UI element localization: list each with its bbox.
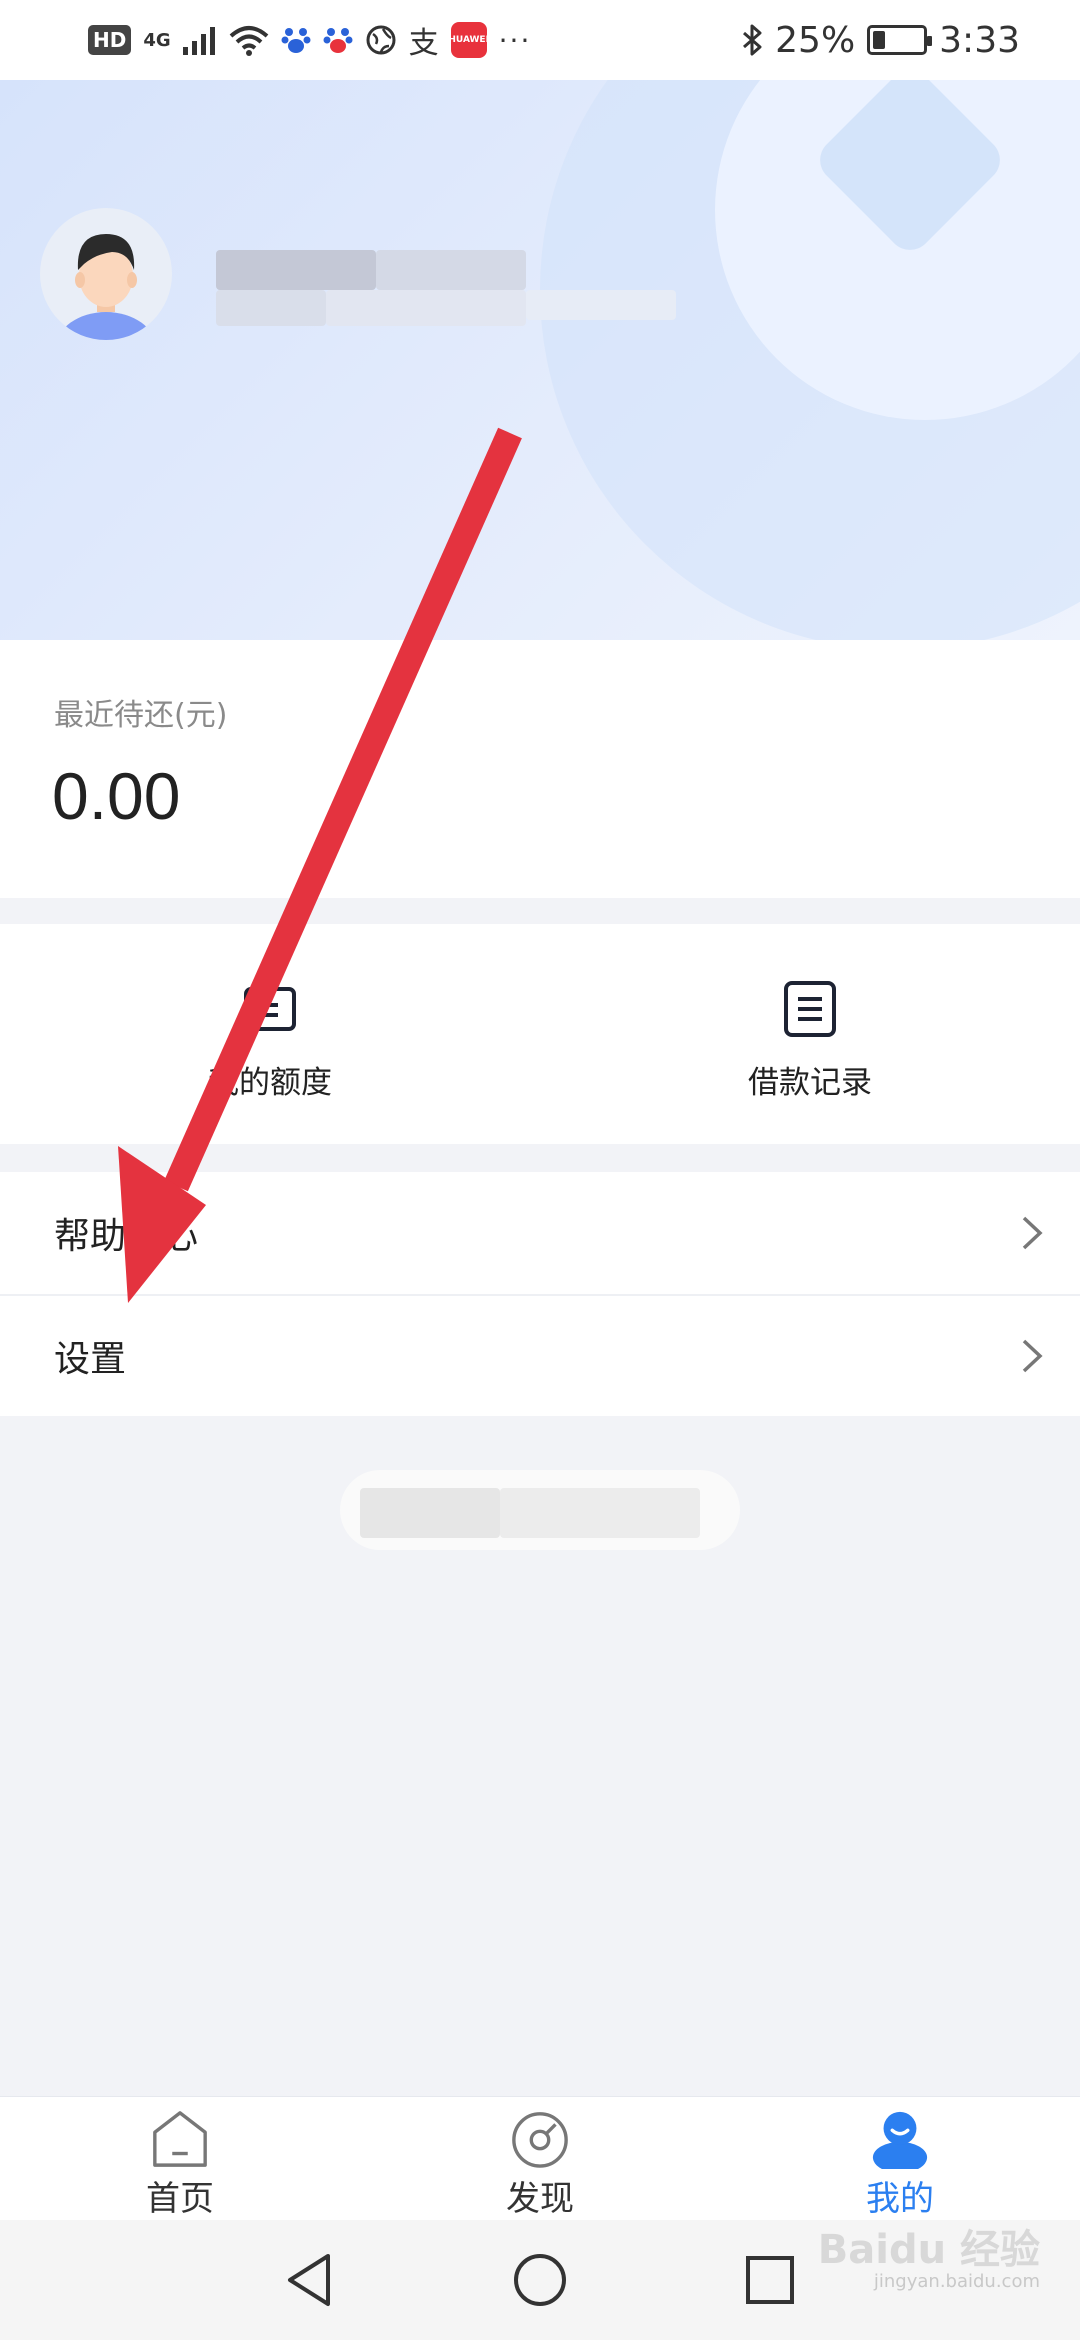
blur-block xyxy=(326,290,526,326)
bottom-navigation: 首页 发现 我的 xyxy=(0,2096,1080,2220)
back-icon[interactable] xyxy=(280,2250,340,2310)
profile-icon xyxy=(872,2111,928,2169)
recents-icon[interactable] xyxy=(740,2250,800,2310)
blur-block xyxy=(526,290,676,320)
discover-icon xyxy=(512,2112,568,2168)
blur-block xyxy=(216,290,326,326)
globe-icon xyxy=(366,25,396,55)
status-left: HD 4G 支 HUAWEI ··· xyxy=(88,18,531,62)
my-limit-label: 我的额度 xyxy=(208,1064,332,1101)
huawei-app-icon: HUAWEI xyxy=(448,22,489,58)
profile-header xyxy=(0,80,1080,640)
tab-label: 发现 xyxy=(506,2179,574,2219)
user-avatar-icon xyxy=(57,234,155,340)
tab-discover[interactable]: 发现 xyxy=(360,2097,720,2220)
loan-records-button[interactable]: 借款记录 xyxy=(540,924,1080,1144)
chevron-right-icon xyxy=(1022,1339,1043,1373)
watermark-brand: Baidu 经验 xyxy=(817,2227,1040,2273)
quick-actions: 我的额度 借款记录 xyxy=(0,924,1080,1144)
watermark-url: jingyan.baidu.com xyxy=(873,2271,1040,2292)
signal-icon xyxy=(182,27,215,55)
repay-summary-card[interactable]: 最近待还(元) 0.00 xyxy=(0,640,1080,898)
blur-block xyxy=(216,250,376,290)
repay-amount: 0.00 xyxy=(52,759,181,833)
home-button-icon[interactable] xyxy=(510,2250,570,2310)
chevron-right-icon xyxy=(1022,1216,1043,1250)
settings-menu: 帮助中心 设置 xyxy=(0,1172,1080,1416)
my-limit-button[interactable]: 我的额度 xyxy=(0,924,540,1144)
watermark-logo: Baidu 经验 jingyan.baidu.com xyxy=(818,2228,1040,2292)
battery-percent: 25% xyxy=(775,19,856,61)
avatar[interactable] xyxy=(40,208,172,340)
baidu-paw-icon xyxy=(323,28,353,53)
tab-label: 首页 xyxy=(146,2179,214,2219)
blur-block xyxy=(376,250,526,290)
tab-label: 我的 xyxy=(866,2179,934,2219)
alipay-icon: 支 xyxy=(408,26,439,61)
bluetooth-icon xyxy=(743,24,762,56)
tab-profile[interactable]: 我的 xyxy=(720,2097,1080,2220)
menu-item-label: 帮助中心 xyxy=(54,1216,199,1257)
list-icon xyxy=(784,980,836,1037)
home-icon xyxy=(153,2111,207,2167)
hd-indicator: HD xyxy=(88,25,132,55)
clock: 3:33 xyxy=(939,19,1020,61)
baidu-paw-icon xyxy=(281,28,311,53)
more-notifications-icon: ··· xyxy=(498,23,532,57)
tab-home[interactable]: 首页 xyxy=(0,2097,360,2220)
loan-records-label: 借款记录 xyxy=(748,1064,872,1101)
blur-block xyxy=(360,1488,500,1538)
username-blurred xyxy=(180,250,780,400)
wifi-icon xyxy=(229,26,268,56)
menu-item-help-center[interactable]: 帮助中心 xyxy=(0,1172,1080,1294)
wallet-icon xyxy=(244,986,296,1031)
battery-level xyxy=(873,31,886,49)
status-right: 25% 3:33 xyxy=(741,20,1020,61)
menu-item-settings[interactable]: 设置 xyxy=(0,1294,1080,1416)
status-bar: HD 4G 支 HUAWEI ··· 25% 3:33 xyxy=(0,0,1080,80)
menu-item-label: 设置 xyxy=(54,1339,127,1380)
repay-label: 最近待还(元) xyxy=(54,698,228,733)
network-type: 4G xyxy=(143,29,171,51)
blur-block xyxy=(500,1488,700,1538)
footer-blurred-text xyxy=(340,1470,740,1550)
battery-icon xyxy=(867,25,933,55)
